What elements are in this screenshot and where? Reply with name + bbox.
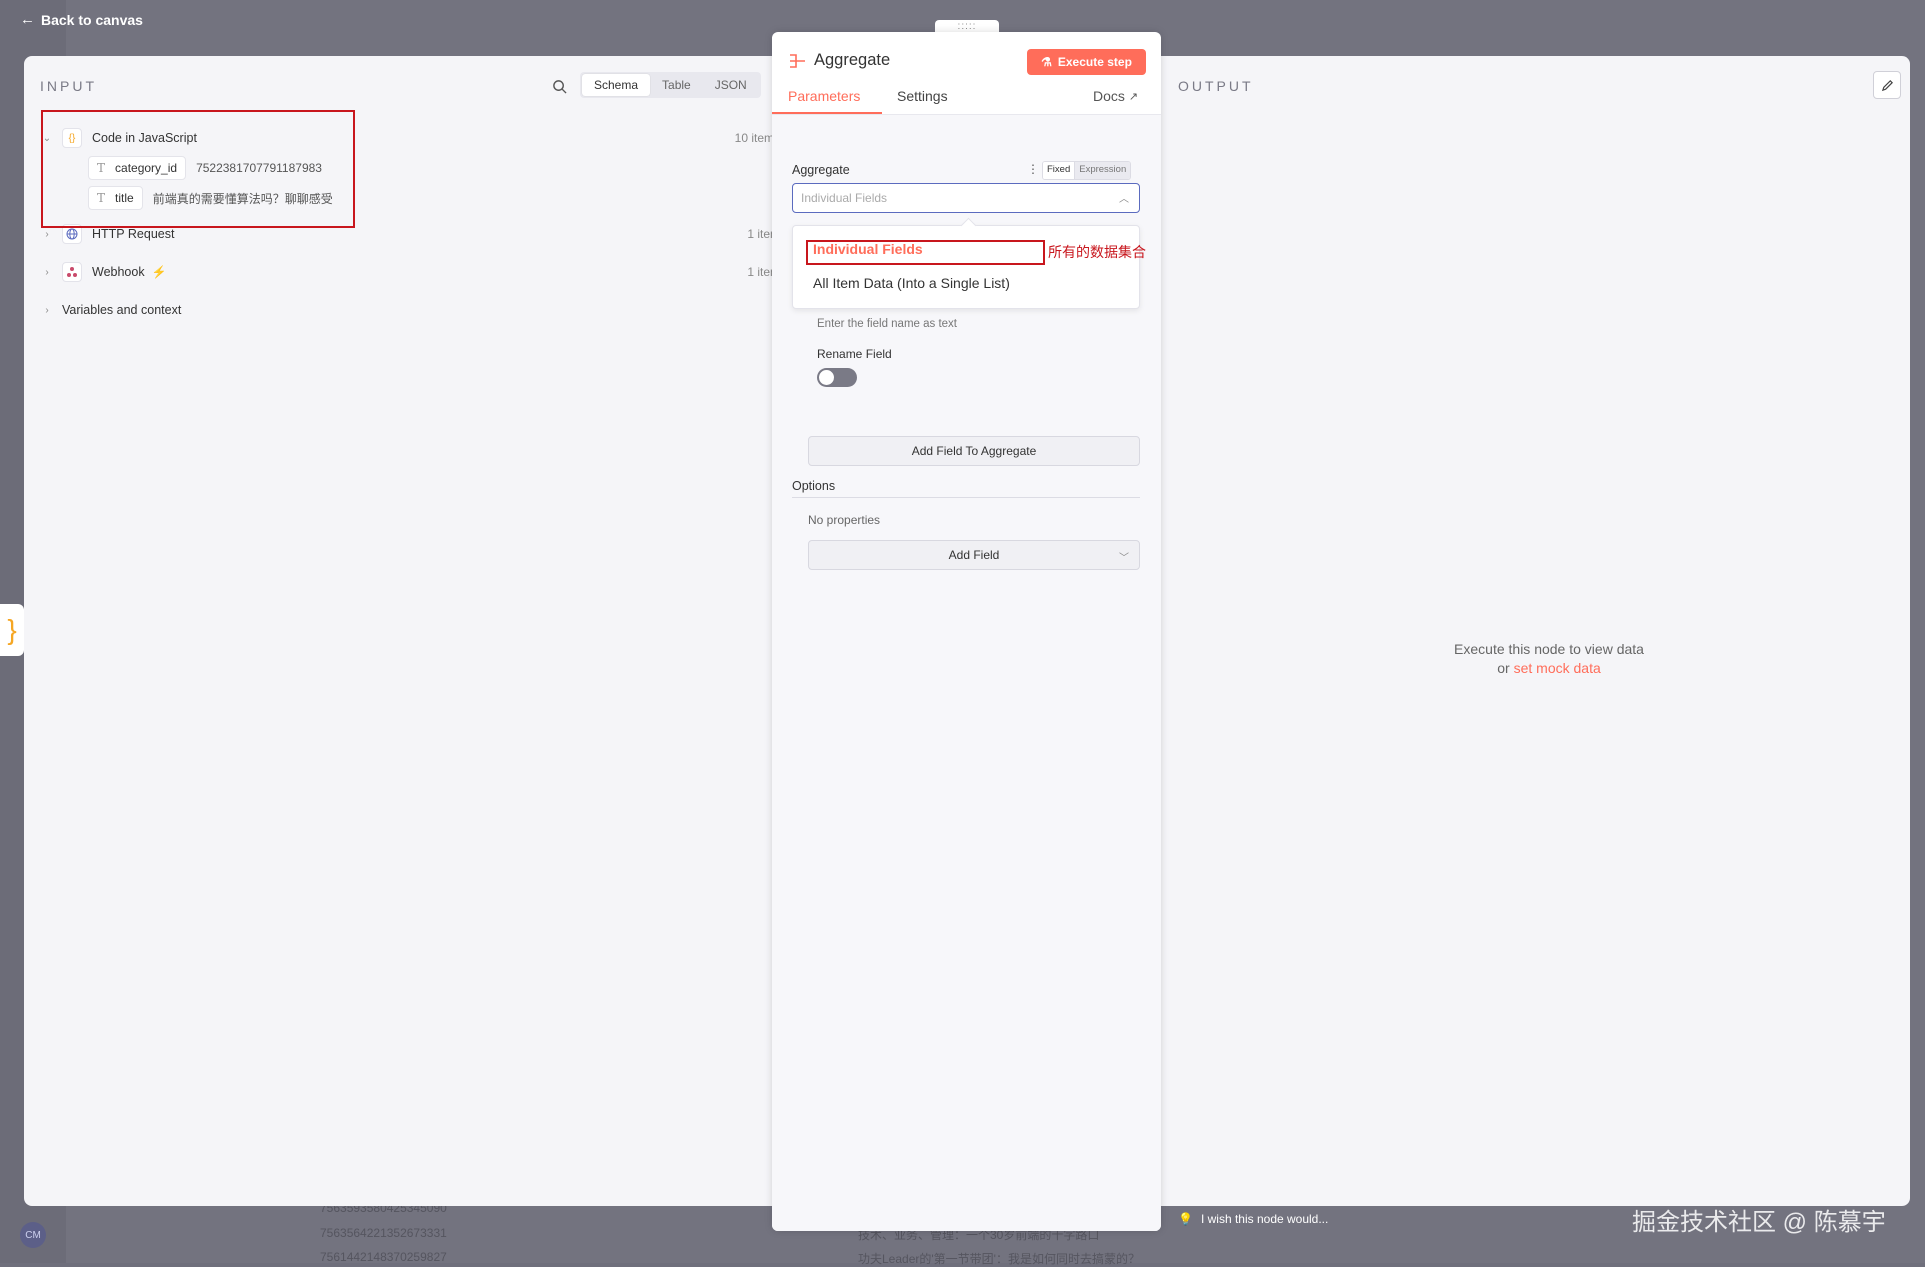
annotation-note: 所有的数据集合 <box>1048 244 1146 260</box>
code-braces-icon: {} <box>62 128 82 148</box>
field-value: 7522381707791187983 <box>196 161 322 175</box>
toggle-knob <box>819 370 834 385</box>
node-name: HTTP Request <box>92 227 175 241</box>
tab-settings[interactable]: Settings <box>897 88 948 104</box>
tab-schema[interactable]: Schema <box>582 74 651 96</box>
aggregate-options-dropdown: Individual Fields All Item Data (Into a … <box>792 225 1140 309</box>
webhook-icon <box>62 262 82 282</box>
node-settings-dialog: Aggregate ⚗ Execute step Parameters Sett… <box>772 32 1161 1231</box>
add-field-dropdown[interactable]: Add Field ﹀ <box>808 540 1140 570</box>
field-key-pill[interactable]: T title <box>88 186 143 210</box>
execute-step-label: Execute step <box>1057 55 1132 69</box>
tab-parameters[interactable]: Parameters <box>788 88 860 104</box>
node-title[interactable]: Aggregate <box>814 51 890 70</box>
watermark: 掘金技术社区 @ 陈慕宇 <box>1632 1209 1886 1236</box>
input-panel-title: INPUT <box>40 78 97 94</box>
flask-icon: ⚗ <box>1041 55 1052 69</box>
search-icon <box>552 79 567 94</box>
option-all-item-data[interactable]: All Item Data (Into a Single List) <box>813 275 1010 291</box>
dialog-header: Aggregate ⚗ Execute step Parameters Sett… <box>772 32 1161 120</box>
output-empty-text: Execute this node to view data <box>1454 641 1644 657</box>
avatar-initials: CM <box>25 1229 41 1241</box>
external-link-icon: ↗ <box>1128 90 1139 103</box>
curly-brace-icon: } <box>7 614 17 645</box>
text-type-icon: T <box>97 191 106 205</box>
option-individual-fields[interactable]: Individual Fields <box>813 241 923 257</box>
node-name: Variables and context <box>62 303 182 317</box>
arrow-left-icon: ← <box>20 11 35 28</box>
rename-field-toggle[interactable] <box>817 368 857 387</box>
search-button[interactable] <box>549 76 569 96</box>
chevron-right-icon[interactable]: › <box>40 267 54 278</box>
pencil-icon <box>1881 79 1893 91</box>
chevron-down-icon[interactable]: ⌄ <box>40 133 54 144</box>
back-to-canvas-label: Back to canvas <box>41 11 143 28</box>
lightbulb-icon: 💡 <box>1178 1212 1193 1226</box>
aggregate-select-placeholder: Individual Fields <box>801 191 888 205</box>
fixed-expression-toggle[interactable]: Fixed Expression <box>1042 161 1132 180</box>
schema-field[interactable]: T title 前端真的需要懂算法吗？聊聊感受 <box>40 182 780 214</box>
edit-output-button[interactable] <box>1873 71 1901 99</box>
chevron-right-icon[interactable]: › <box>40 305 54 316</box>
aggregate-field-label: Aggregate <box>792 163 850 177</box>
globe-icon <box>62 224 82 244</box>
output-panel-title: OUTPUT <box>1178 78 1254 94</box>
input-schema-tree: ⌄ {} Code in JavaScript 10 items T categ… <box>40 118 780 324</box>
schema-field[interactable]: T category_id 7522381707791187983 <box>40 152 780 184</box>
mode-fixed[interactable]: Fixed <box>1043 162 1076 179</box>
feedback-button[interactable]: 💡 I wish this node would... <box>1178 1212 1328 1226</box>
options-divider <box>792 497 1140 498</box>
field-value: 前端真的需要懂算法吗？聊聊感受 <box>152 191 333 206</box>
lightning-bolt-icon: ⚡ <box>151 265 167 279</box>
input-view-tabs: Schema Table JSON <box>580 72 761 98</box>
aggregate-icon <box>790 54 805 68</box>
set-mock-data-link[interactable]: set mock data <box>1514 660 1601 676</box>
field-name-hint: Enter the field name as text <box>817 318 957 330</box>
chevron-right-icon[interactable]: › <box>40 229 54 240</box>
node-name: Code in JavaScript <box>92 131 197 145</box>
chevron-down-icon: ﹀ <box>1119 553 1129 564</box>
code-node-tab[interactable]: } <box>0 604 24 656</box>
rename-field-label: Rename Field <box>817 347 892 361</box>
tab-table[interactable]: Table <box>650 74 703 96</box>
no-properties-text: No properties <box>808 513 881 527</box>
back-to-canvas-button[interactable]: ← Back to canvas <box>20 11 143 28</box>
background-row-id: 7561442148370259827 <box>320 1250 447 1264</box>
tab-json[interactable]: JSON <box>703 74 759 96</box>
feedback-label: I wish this node would... <box>1200 1212 1329 1226</box>
output-empty-message: Execute this node to view data or set mo… <box>1384 640 1714 678</box>
add-field-label: Add Field <box>948 548 1000 562</box>
docs-label: Docs <box>1093 88 1125 104</box>
schema-node-code[interactable]: ⌄ {} Code in JavaScript 10 items <box>40 124 780 152</box>
docs-link[interactable]: Docs ↗ <box>1093 88 1138 104</box>
field-key-pill[interactable]: T category_id <box>88 156 187 180</box>
more-options-icon[interactable]: ⋮ <box>1027 162 1039 176</box>
field-key: title <box>115 191 134 205</box>
schema-node-variables[interactable]: › Variables and context <box>40 296 780 324</box>
node-name: Webhook <box>92 265 145 279</box>
add-field-to-aggregate-button[interactable]: Add Field To Aggregate <box>808 436 1140 466</box>
mode-expression[interactable]: Expression <box>1075 162 1131 179</box>
background-row-text: 功夫Leader的'第一节带团'：我是如何同时去搞蒙的？ <box>858 1252 1140 1266</box>
execute-step-button[interactable]: ⚗ Execute step <box>1027 49 1146 75</box>
schema-node-webhook[interactable]: › Webhook ⚡ 1 item <box>40 258 780 286</box>
chevron-up-icon: ︿ <box>1119 194 1129 205</box>
schema-node-http[interactable]: › HTTP Request 1 item <box>40 220 780 248</box>
text-type-icon: T <box>97 161 106 175</box>
user-avatar[interactable]: CM <box>20 1222 46 1248</box>
options-section-label: Options <box>792 479 836 493</box>
aggregate-select[interactable]: Individual Fields ︿ <box>792 183 1140 213</box>
output-or-text: or <box>1497 660 1510 676</box>
field-key: category_id <box>115 161 178 175</box>
background-row-id: 7563564221352673331 <box>320 1226 447 1240</box>
